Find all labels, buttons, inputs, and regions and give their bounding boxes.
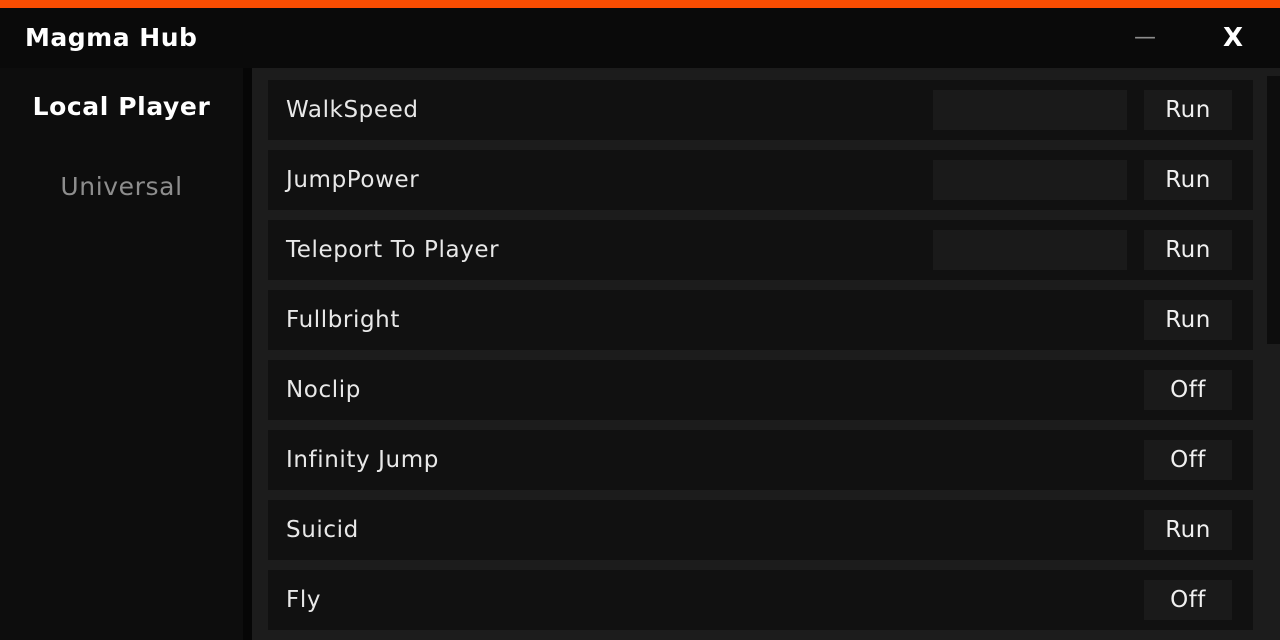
sidebar-item-local-player[interactable]: Local Player (0, 87, 243, 127)
run-button[interactable]: Run (1144, 510, 1232, 550)
row-label: Fly (286, 587, 322, 613)
run-button[interactable]: Run (1144, 300, 1232, 340)
run-button[interactable]: Run (1144, 90, 1232, 130)
sidebar-item-universal[interactable]: Universal (0, 167, 243, 207)
jumppower-input[interactable] (933, 160, 1127, 200)
magma-hub-window: Magma Hub — X Local Player Universal Wal… (0, 0, 1280, 640)
row-label: WalkSpeed (286, 97, 419, 123)
row-label: Suicid (286, 517, 359, 543)
row-label: JumpPower (286, 167, 420, 193)
fly-toggle[interactable]: Off (1144, 580, 1232, 620)
table-row[interactable]: Fly Off (268, 570, 1253, 630)
run-button[interactable]: Run (1144, 160, 1232, 200)
window-title: Magma Hub (25, 23, 198, 52)
options-list: WalkSpeed Run JumpPower Run Teleport To … (252, 68, 1280, 640)
row-label: Infinity Jump (286, 447, 439, 473)
sidebar: Local Player Universal (0, 68, 243, 640)
row-label: Teleport To Player (286, 237, 500, 263)
run-button[interactable]: Run (1144, 230, 1232, 270)
walkspeed-input[interactable] (933, 90, 1127, 130)
sidebar-item-label: Local Player (32, 92, 211, 121)
accent-bar (0, 0, 1280, 8)
table-row[interactable]: Noclip Off (268, 360, 1253, 420)
teleport-to-player-input[interactable] (933, 230, 1127, 270)
table-row[interactable]: Suicid Run (268, 500, 1253, 560)
sidebar-item-label: Universal (60, 172, 183, 201)
sidebar-divider (243, 68, 252, 640)
row-label: Fullbright (286, 307, 400, 333)
table-row[interactable]: Infinity Jump Off (268, 430, 1253, 490)
infinity-jump-toggle[interactable]: Off (1144, 440, 1232, 480)
table-row[interactable]: JumpPower Run (268, 150, 1253, 210)
minimize-icon[interactable]: — (1118, 8, 1172, 68)
close-icon[interactable]: X (1206, 8, 1260, 68)
title-bar: Magma Hub — X (0, 8, 1280, 68)
scrollbar-thumb[interactable] (1267, 76, 1280, 344)
table-row[interactable]: WalkSpeed Run (268, 80, 1253, 140)
noclip-toggle[interactable]: Off (1144, 370, 1232, 410)
table-row[interactable]: Teleport To Player Run (268, 220, 1253, 280)
table-row[interactable]: Fullbright Run (268, 290, 1253, 350)
row-label: Noclip (286, 377, 361, 403)
